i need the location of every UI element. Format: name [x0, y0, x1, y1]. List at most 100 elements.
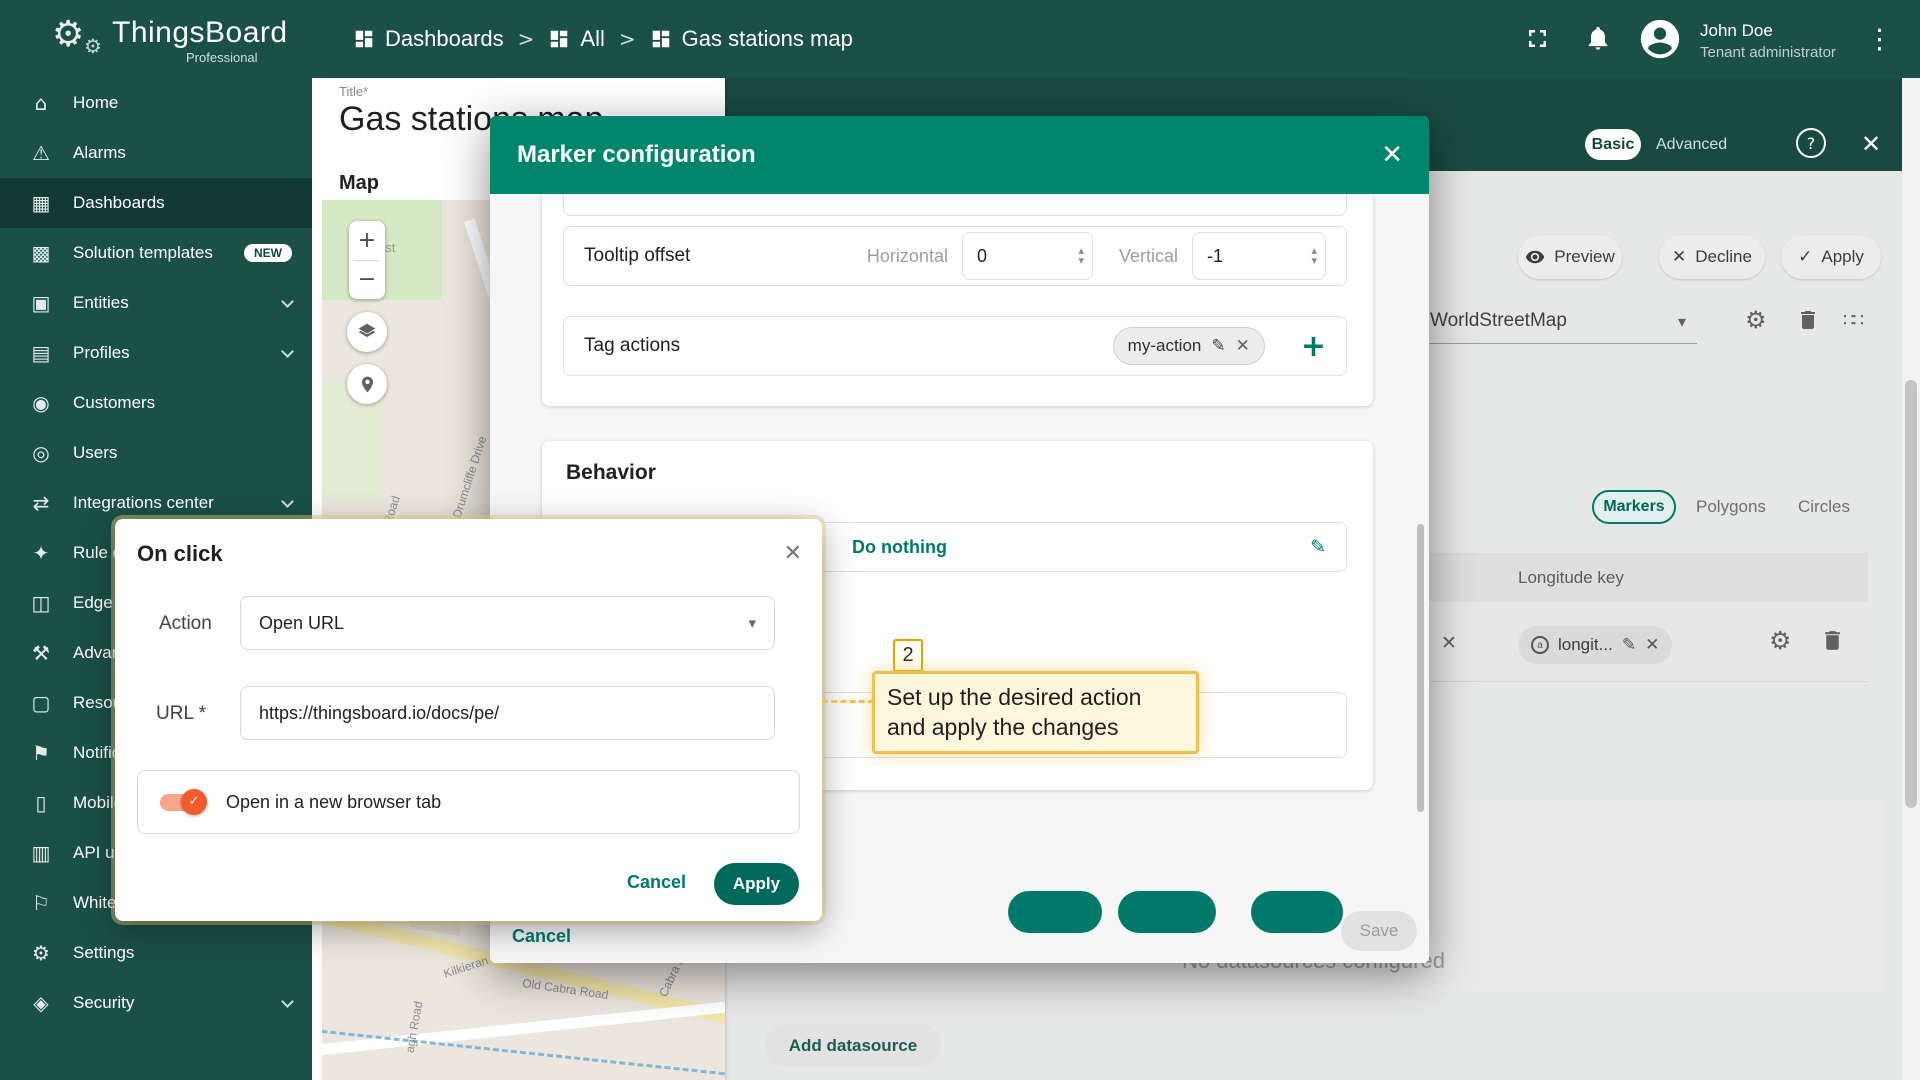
gear-icon[interactable]: ⚙: [1745, 306, 1767, 334]
sidebar-item-security[interactable]: ◈Security: [0, 978, 312, 1028]
marker-dialog-save-button[interactable]: Save: [1341, 911, 1417, 951]
edit-icon[interactable]: ✎: [1211, 336, 1225, 356]
close-icon[interactable]: ✕: [784, 541, 802, 566]
sidebar-label: Dashboards: [73, 193, 165, 213]
on-click-cancel-button[interactable]: Cancel: [627, 872, 686, 893]
resources-icon: ▢: [28, 691, 54, 715]
url-label: URL *: [156, 703, 206, 725]
apply-button[interactable]: ✓ Apply: [1781, 235, 1881, 279]
brand-title[interactable]: ThingsBoard: [112, 16, 288, 50]
widget-title-label: Title*: [339, 84, 368, 99]
datasource-table-header: Longitude key: [1380, 553, 1868, 602]
tab-circles[interactable]: Circles: [1798, 497, 1850, 517]
clipped-field[interactable]: [563, 194, 1347, 216]
sidebar-item-home[interactable]: ⌂Home: [0, 78, 312, 128]
fullscreen-button[interactable]: [1523, 24, 1552, 58]
chevron-down-icon[interactable]: ▾: [1678, 312, 1686, 331]
tag-action-chip[interactable]: my-action ✎ ✕: [1113, 327, 1265, 365]
sidebar-item-alarms[interactable]: ⚠Alarms: [0, 128, 312, 178]
notifications-button[interactable]: [1584, 24, 1612, 57]
add-datasource-button[interactable]: Add datasource: [765, 1024, 941, 1067]
trash-icon[interactable]: [1820, 628, 1845, 658]
new-tab-toggle-row[interactable]: ✓ Open in a new browser tab: [137, 770, 800, 834]
url-input[interactable]: [259, 703, 756, 724]
tour-step-badge: 2: [893, 639, 923, 672]
tag-actions-row: Tag actions my-action ✎ ✕ +: [563, 316, 1347, 376]
advanced-toggle[interactable]: Advanced: [1656, 136, 1727, 154]
toggle-check-icon: ✓: [181, 789, 207, 815]
vertical-offset-stepper[interactable]: -1 ▴▾: [1192, 232, 1326, 280]
tab-polygons[interactable]: Polygons: [1696, 497, 1766, 517]
breadcrumb-item-current[interactable]: Gas stations map: [650, 26, 853, 52]
trash-icon[interactable]: [1796, 308, 1820, 337]
drag-handle-icon[interactable]: ∷∷: [1843, 310, 1862, 331]
sidebar-item-solution-templates[interactable]: ▩Solution templatesNEW: [0, 228, 312, 278]
chevron-down-icon: [281, 345, 294, 358]
toggle-switch[interactable]: ✓: [160, 794, 204, 811]
longitude-key-header: Longitude key: [1518, 568, 1624, 588]
gear-icon[interactable]: ⚙: [1769, 626, 1791, 655]
clipped-action-button[interactable]: [1251, 891, 1343, 933]
sidebar-item-users[interactable]: ◎Users: [0, 428, 312, 478]
entity-key-icon: a: [1531, 636, 1549, 654]
on-click-action-value: Do nothing: [852, 537, 947, 558]
add-tag-action-icon[interactable]: +: [1301, 329, 1326, 364]
clipped-action-button[interactable]: [1118, 891, 1216, 933]
tag-action-chip-label: my-action: [1128, 336, 1202, 356]
on-click-dialog: On click ✕ Action Open URL ▾ URL * ✓ Ope…: [115, 519, 822, 921]
map-layers-button[interactable]: [347, 312, 387, 352]
remove-icon[interactable]: ✕: [1645, 635, 1659, 655]
sidebar-item-customers[interactable]: ◉Customers: [0, 378, 312, 428]
screen: Basic Advanced ? ✕ Preview ✕ Decline ✓ A…: [0, 0, 1920, 1080]
marker-dialog-cancel-button[interactable]: Cancel: [512, 926, 571, 947]
map-provider-select[interactable]: WorldStreetMap: [1430, 310, 1567, 332]
sidebar-item-dashboards[interactable]: ▦Dashboards: [0, 178, 312, 228]
sidebar-label: Solution templates: [73, 243, 213, 263]
tooltip-settings-card: Tooltip offset Horizontal 0 ▴▾ Vertical …: [542, 194, 1373, 406]
decline-button[interactable]: ✕ Decline: [1659, 235, 1765, 279]
clipped-action-button[interactable]: [1008, 891, 1102, 933]
zoom-in-button[interactable]: +: [349, 221, 385, 260]
check-icon: ✓: [1798, 247, 1812, 267]
settings-gear-icon: ⚙: [28, 941, 54, 965]
templates-icon: ▩: [28, 241, 54, 265]
integrations-icon: ⇄: [28, 491, 54, 515]
longitude-key-chip[interactable]: a longit... ✎ ✕: [1518, 626, 1672, 664]
remove-icon[interactable]: ✕: [1236, 336, 1250, 356]
preview-button[interactable]: Preview: [1518, 235, 1622, 279]
notification-icon: ⚑: [28, 741, 54, 765]
horizontal-offset-stepper[interactable]: 0 ▴▾: [962, 232, 1093, 280]
tour-connector: [822, 700, 874, 703]
edit-icon[interactable]: ✎: [1310, 536, 1326, 558]
layers-icon: [357, 322, 377, 342]
page-scrollbar-thumb[interactable]: [1905, 380, 1917, 808]
close-icon[interactable]: ✕: [1381, 140, 1403, 170]
map-marker-button[interactable]: [347, 364, 387, 404]
avatar[interactable]: [1637, 16, 1683, 67]
stepper-down-icon[interactable]: ▾: [1311, 256, 1317, 266]
tab-markers[interactable]: Markers: [1592, 490, 1676, 524]
edit-icon[interactable]: ✎: [1622, 635, 1636, 655]
action-select[interactable]: Open URL ▾: [240, 596, 775, 650]
dialog-scrollbar-thumb[interactable]: [1417, 524, 1424, 812]
help-icon[interactable]: ?: [1796, 128, 1826, 158]
street-label: Drumcliffe Drive: [450, 434, 490, 519]
sidebar-item-profiles[interactable]: ▤Profiles: [0, 328, 312, 378]
key-chip-label: longit...: [1558, 635, 1613, 655]
sidebar-item-settings[interactable]: ⚙Settings: [0, 928, 312, 978]
on-click-apply-button[interactable]: Apply: [714, 863, 799, 905]
dialog-header: Marker configuration ✕: [490, 116, 1429, 194]
breadcrumb-label: Dashboards: [385, 26, 504, 52]
toolbar-close-icon[interactable]: ✕: [1861, 130, 1881, 158]
sidebar-item-entities[interactable]: ▣Entities: [0, 278, 312, 328]
close-icon: ✕: [1672, 247, 1686, 267]
preview-label: Preview: [1554, 247, 1614, 267]
remove-key-icon[interactable]: ✕: [1441, 632, 1457, 654]
more-menu-button[interactable]: ⋮: [1866, 24, 1893, 55]
stepper-down-icon[interactable]: ▾: [1078, 256, 1084, 266]
breadcrumb-item-dashboards[interactable]: Dashboards: [353, 26, 504, 52]
zoom-out-button[interactable]: −: [349, 261, 385, 300]
map-zoom-control: + −: [349, 221, 385, 299]
basic-toggle[interactable]: Basic: [1585, 129, 1641, 160]
breadcrumb-item-all[interactable]: All: [548, 26, 604, 52]
